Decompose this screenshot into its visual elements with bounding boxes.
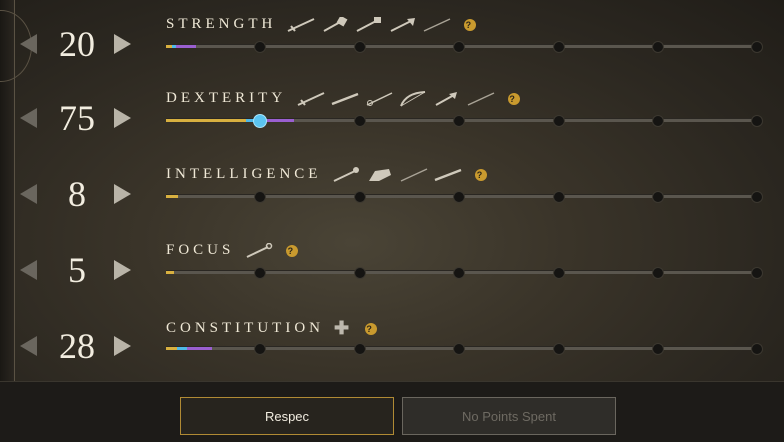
weapon-icons xyxy=(286,15,452,33)
progress-segment-gold xyxy=(166,271,174,274)
musket-icon xyxy=(330,91,360,107)
milestone-node xyxy=(253,191,266,203)
help-icon[interactable]: ? xyxy=(365,322,378,335)
attribute-track[interactable] xyxy=(166,41,764,53)
decrease-arrow-icon[interactable] xyxy=(20,260,37,280)
attribute-label: FOCUS xyxy=(166,242,235,258)
warhammer-icon xyxy=(354,16,384,33)
spear-icon xyxy=(466,91,496,107)
attribute-value: 75 xyxy=(59,98,95,138)
milestone-node xyxy=(751,41,764,53)
attribute-name: DEXTERITY ? xyxy=(166,90,521,107)
spear-icon xyxy=(422,17,452,33)
attribute-label: CONSTITUTION xyxy=(166,320,324,336)
milestone-node xyxy=(751,115,764,127)
increase-arrow-icon[interactable] xyxy=(114,34,131,54)
decrease-arrow-icon[interactable] xyxy=(20,108,37,128)
ice-gauntlet-icon xyxy=(365,167,395,183)
milestone-node xyxy=(651,41,664,53)
milestone-node xyxy=(651,191,664,203)
decrease-arrow-icon[interactable] xyxy=(20,184,37,204)
weapon-icons xyxy=(244,242,274,259)
respec-button[interactable]: Respec xyxy=(180,397,394,435)
attribute-label: INTELLIGENCE xyxy=(166,166,322,182)
increase-arrow-icon[interactable] xyxy=(114,108,131,128)
decrease-arrow-icon[interactable] xyxy=(20,336,37,356)
attribute-value: 8 xyxy=(68,174,86,214)
progress-segment-gold xyxy=(166,195,178,198)
milestone-node xyxy=(651,343,664,355)
progress-segment-gold xyxy=(166,347,177,350)
milestone-node xyxy=(552,191,565,203)
milestone-node xyxy=(353,41,366,53)
milestone-node xyxy=(453,267,466,279)
attribute-label: STRENGTH xyxy=(166,16,277,32)
increase-arrow-icon[interactable] xyxy=(114,336,131,356)
milestone-node xyxy=(453,343,466,355)
sword-icon xyxy=(286,17,316,33)
milestone-node xyxy=(253,267,266,279)
milestone-node xyxy=(253,41,266,53)
help-icon[interactable]: ? xyxy=(508,92,521,105)
no-points-spent-button[interactable]: No Points Spent xyxy=(402,397,616,435)
rapier-icon xyxy=(364,91,394,107)
attribute-name: CONSTITUTION ✚ ? xyxy=(166,318,378,339)
progress-segment-gold xyxy=(166,119,247,122)
milestone-node xyxy=(353,191,366,203)
attribute-track[interactable] xyxy=(166,343,764,355)
attribute-row-intelligence: 8 INTELLIGENCE ? xyxy=(0,166,784,260)
plus-icon: ✚ xyxy=(334,318,354,338)
milestone-node xyxy=(751,191,764,203)
increase-arrow-icon[interactable] xyxy=(114,184,131,204)
milestone-node xyxy=(353,343,366,355)
attribute-track[interactable] xyxy=(166,191,764,203)
help-icon[interactable]: ? xyxy=(464,18,477,31)
weapon-icons xyxy=(296,90,496,107)
attribute-row-focus: 5 FOCUS ? xyxy=(0,242,784,336)
attribute-value: 20 xyxy=(59,24,95,64)
milestone-node xyxy=(552,343,565,355)
weapon-icons xyxy=(331,166,463,183)
attribute-value: 28 xyxy=(59,326,95,366)
spear-icon xyxy=(399,167,429,183)
hatchet-icon xyxy=(432,91,462,107)
increase-arrow-icon[interactable] xyxy=(114,260,131,280)
fire-staff-icon xyxy=(331,166,361,183)
milestone-node xyxy=(552,267,565,279)
help-icon[interactable]: ? xyxy=(286,244,299,257)
great-axe-icon xyxy=(388,17,418,33)
milestone-node xyxy=(353,115,366,127)
milestone-node xyxy=(453,115,466,127)
attribute-track[interactable] xyxy=(166,114,764,128)
attribute-value: 5 xyxy=(68,250,86,290)
progress-segment-purple xyxy=(186,347,213,350)
milestone-node xyxy=(453,191,466,203)
milestone-node xyxy=(552,41,565,53)
bow-icon xyxy=(398,90,428,107)
decrease-arrow-icon[interactable] xyxy=(20,34,37,54)
progress-segment-blue xyxy=(176,347,187,350)
progress-segment-purple xyxy=(176,45,197,48)
attribute-label: DEXTERITY xyxy=(166,90,287,106)
milestone-node xyxy=(552,115,565,127)
attribute-name: FOCUS ? xyxy=(166,242,299,259)
sword-icon xyxy=(296,91,326,107)
milestone-node xyxy=(751,343,764,355)
help-icon[interactable]: ? xyxy=(475,168,488,181)
hammer-icon xyxy=(320,15,350,33)
milestone-node xyxy=(353,267,366,279)
attribute-name: INTELLIGENCE ? xyxy=(166,166,488,183)
slider-handle[interactable] xyxy=(253,114,268,128)
musket-icon xyxy=(433,167,463,183)
life-staff-icon xyxy=(244,242,274,259)
milestone-node xyxy=(253,343,266,355)
milestone-node xyxy=(453,41,466,53)
milestone-node xyxy=(651,115,664,127)
milestone-node xyxy=(751,267,764,279)
attribute-name: STRENGTH ? xyxy=(166,15,477,33)
milestone-node xyxy=(651,267,664,279)
attribute-track[interactable] xyxy=(166,267,764,279)
